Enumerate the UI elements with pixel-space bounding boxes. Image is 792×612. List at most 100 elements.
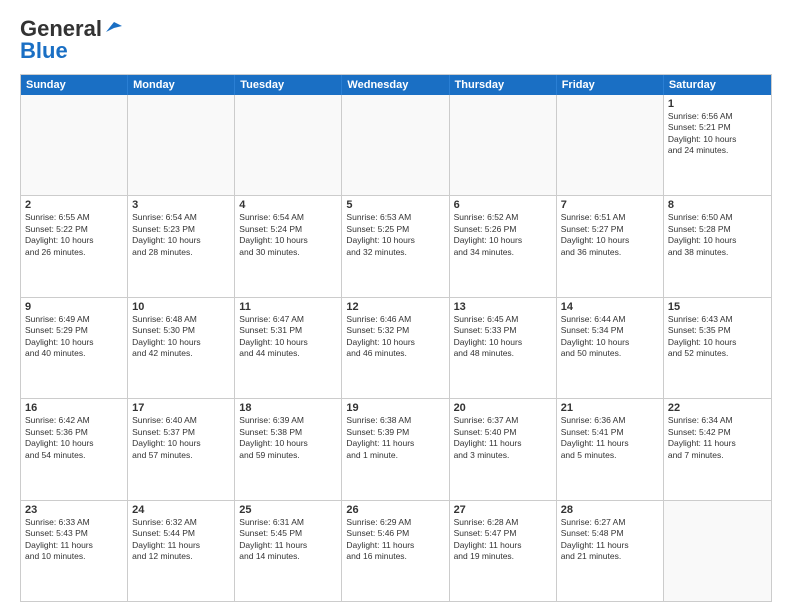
calendar-cell: 15Sunrise: 6:43 AM Sunset: 5:35 PM Dayli… [664,298,771,398]
calendar-cell: 13Sunrise: 6:45 AM Sunset: 5:33 PM Dayli… [450,298,557,398]
day-number: 14 [561,301,659,313]
calendar-cell [450,95,557,195]
calendar-cell: 1Sunrise: 6:56 AM Sunset: 5:21 PM Daylig… [664,95,771,195]
day-info: Sunrise: 6:54 AM Sunset: 5:23 PM Dayligh… [132,212,230,258]
day-number: 19 [346,402,444,414]
calendar-cell: 26Sunrise: 6:29 AM Sunset: 5:46 PM Dayli… [342,501,449,601]
calendar-header: SundayMondayTuesdayWednesdayThursdayFrid… [21,75,771,95]
day-info: Sunrise: 6:34 AM Sunset: 5:42 PM Dayligh… [668,415,767,461]
weekday-header-thursday: Thursday [450,75,557,95]
day-number: 25 [239,504,337,516]
calendar-cell [342,95,449,195]
calendar-cell: 17Sunrise: 6:40 AM Sunset: 5:37 PM Dayli… [128,399,235,499]
day-info: Sunrise: 6:48 AM Sunset: 5:30 PM Dayligh… [132,314,230,360]
header: General Blue [20,16,772,64]
day-number: 2 [25,199,123,211]
day-info: Sunrise: 6:53 AM Sunset: 5:25 PM Dayligh… [346,212,444,258]
day-number: 12 [346,301,444,313]
weekday-header-wednesday: Wednesday [342,75,449,95]
calendar-cell [235,95,342,195]
day-number: 5 [346,199,444,211]
calendar-row-1: 1Sunrise: 6:56 AM Sunset: 5:21 PM Daylig… [21,95,771,195]
calendar-cell: 12Sunrise: 6:46 AM Sunset: 5:32 PM Dayli… [342,298,449,398]
day-info: Sunrise: 6:40 AM Sunset: 5:37 PM Dayligh… [132,415,230,461]
weekday-header-monday: Monday [128,75,235,95]
day-number: 16 [25,402,123,414]
calendar-cell: 6Sunrise: 6:52 AM Sunset: 5:26 PM Daylig… [450,196,557,296]
weekday-header-friday: Friday [557,75,664,95]
day-info: Sunrise: 6:42 AM Sunset: 5:36 PM Dayligh… [25,415,123,461]
calendar-cell: 24Sunrise: 6:32 AM Sunset: 5:44 PM Dayli… [128,501,235,601]
day-info: Sunrise: 6:32 AM Sunset: 5:44 PM Dayligh… [132,517,230,563]
day-info: Sunrise: 6:28 AM Sunset: 5:47 PM Dayligh… [454,517,552,563]
calendar-row-5: 23Sunrise: 6:33 AM Sunset: 5:43 PM Dayli… [21,500,771,601]
day-info: Sunrise: 6:55 AM Sunset: 5:22 PM Dayligh… [25,212,123,258]
logo-bird-icon [104,18,122,36]
calendar-cell: 2Sunrise: 6:55 AM Sunset: 5:22 PM Daylig… [21,196,128,296]
day-number: 27 [454,504,552,516]
calendar-cell: 16Sunrise: 6:42 AM Sunset: 5:36 PM Dayli… [21,399,128,499]
calendar-body: 1Sunrise: 6:56 AM Sunset: 5:21 PM Daylig… [21,95,771,601]
day-info: Sunrise: 6:39 AM Sunset: 5:38 PM Dayligh… [239,415,337,461]
day-number: 17 [132,402,230,414]
calendar-cell: 3Sunrise: 6:54 AM Sunset: 5:23 PM Daylig… [128,196,235,296]
day-number: 22 [668,402,767,414]
calendar-cell [557,95,664,195]
day-info: Sunrise: 6:56 AM Sunset: 5:21 PM Dayligh… [668,111,767,157]
day-info: Sunrise: 6:46 AM Sunset: 5:32 PM Dayligh… [346,314,444,360]
weekday-header-saturday: Saturday [664,75,771,95]
calendar-cell: 27Sunrise: 6:28 AM Sunset: 5:47 PM Dayli… [450,501,557,601]
day-number: 10 [132,301,230,313]
calendar-cell: 21Sunrise: 6:36 AM Sunset: 5:41 PM Dayli… [557,399,664,499]
calendar-row-2: 2Sunrise: 6:55 AM Sunset: 5:22 PM Daylig… [21,195,771,296]
calendar-cell [664,501,771,601]
day-number: 9 [25,301,123,313]
calendar-cell: 20Sunrise: 6:37 AM Sunset: 5:40 PM Dayli… [450,399,557,499]
day-info: Sunrise: 6:27 AM Sunset: 5:48 PM Dayligh… [561,517,659,563]
calendar-cell: 19Sunrise: 6:38 AM Sunset: 5:39 PM Dayli… [342,399,449,499]
calendar-cell: 5Sunrise: 6:53 AM Sunset: 5:25 PM Daylig… [342,196,449,296]
day-info: Sunrise: 6:44 AM Sunset: 5:34 PM Dayligh… [561,314,659,360]
day-info: Sunrise: 6:49 AM Sunset: 5:29 PM Dayligh… [25,314,123,360]
day-info: Sunrise: 6:29 AM Sunset: 5:46 PM Dayligh… [346,517,444,563]
calendar-cell: 9Sunrise: 6:49 AM Sunset: 5:29 PM Daylig… [21,298,128,398]
day-info: Sunrise: 6:33 AM Sunset: 5:43 PM Dayligh… [25,517,123,563]
day-number: 28 [561,504,659,516]
weekday-header-tuesday: Tuesday [235,75,342,95]
day-number: 20 [454,402,552,414]
day-info: Sunrise: 6:51 AM Sunset: 5:27 PM Dayligh… [561,212,659,258]
day-info: Sunrise: 6:38 AM Sunset: 5:39 PM Dayligh… [346,415,444,461]
day-number: 3 [132,199,230,211]
calendar-cell: 7Sunrise: 6:51 AM Sunset: 5:27 PM Daylig… [557,196,664,296]
day-info: Sunrise: 6:37 AM Sunset: 5:40 PM Dayligh… [454,415,552,461]
calendar-cell: 4Sunrise: 6:54 AM Sunset: 5:24 PM Daylig… [235,196,342,296]
logo-blue: Blue [20,38,68,64]
day-number: 13 [454,301,552,313]
day-info: Sunrise: 6:36 AM Sunset: 5:41 PM Dayligh… [561,415,659,461]
calendar-row-3: 9Sunrise: 6:49 AM Sunset: 5:29 PM Daylig… [21,297,771,398]
day-info: Sunrise: 6:52 AM Sunset: 5:26 PM Dayligh… [454,212,552,258]
calendar-cell: 28Sunrise: 6:27 AM Sunset: 5:48 PM Dayli… [557,501,664,601]
calendar-cell: 10Sunrise: 6:48 AM Sunset: 5:30 PM Dayli… [128,298,235,398]
logo: General Blue [20,16,122,64]
day-info: Sunrise: 6:45 AM Sunset: 5:33 PM Dayligh… [454,314,552,360]
day-info: Sunrise: 6:47 AM Sunset: 5:31 PM Dayligh… [239,314,337,360]
calendar-cell: 23Sunrise: 6:33 AM Sunset: 5:43 PM Dayli… [21,501,128,601]
day-number: 7 [561,199,659,211]
calendar-cell [128,95,235,195]
day-info: Sunrise: 6:50 AM Sunset: 5:28 PM Dayligh… [668,212,767,258]
day-number: 24 [132,504,230,516]
page: General Blue SundayMondayTuesdayWednesda… [0,0,792,612]
calendar-cell: 25Sunrise: 6:31 AM Sunset: 5:45 PM Dayli… [235,501,342,601]
calendar-cell: 22Sunrise: 6:34 AM Sunset: 5:42 PM Dayli… [664,399,771,499]
day-number: 18 [239,402,337,414]
day-number: 8 [668,199,767,211]
day-number: 15 [668,301,767,313]
day-number: 4 [239,199,337,211]
day-number: 26 [346,504,444,516]
calendar: SundayMondayTuesdayWednesdayThursdayFrid… [20,74,772,602]
day-number: 11 [239,301,337,313]
day-info: Sunrise: 6:31 AM Sunset: 5:45 PM Dayligh… [239,517,337,563]
day-number: 1 [668,98,767,110]
calendar-row-4: 16Sunrise: 6:42 AM Sunset: 5:36 PM Dayli… [21,398,771,499]
